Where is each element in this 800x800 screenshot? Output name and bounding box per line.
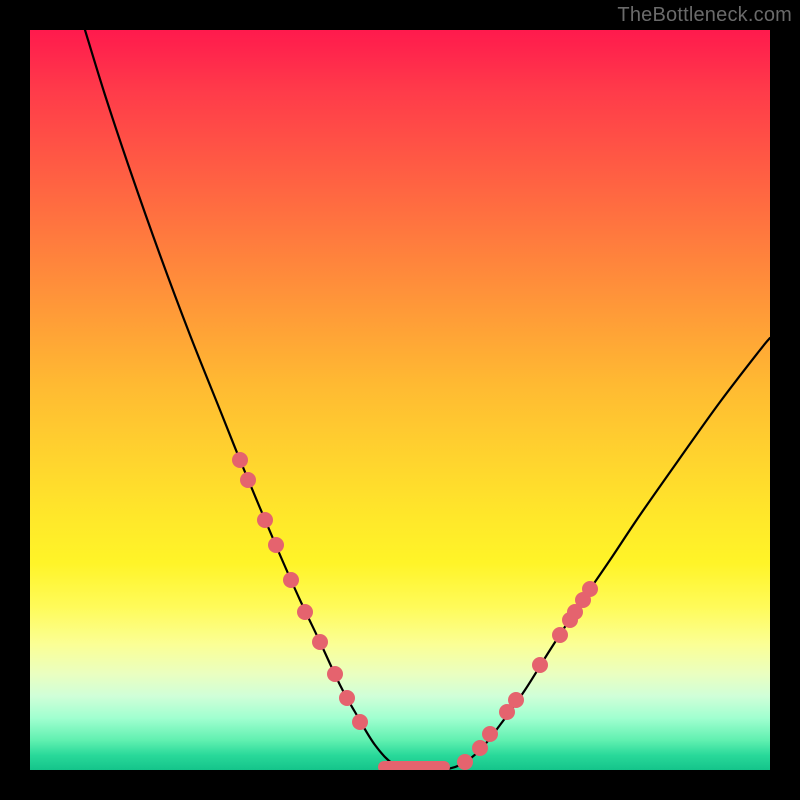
marker-dot	[312, 634, 328, 650]
marker-dot	[232, 452, 248, 468]
marker-dot	[532, 657, 548, 673]
marker-dot	[268, 537, 284, 553]
marker-dot	[482, 726, 498, 742]
marker-dot	[339, 690, 355, 706]
marker-dot	[472, 740, 488, 756]
markers-right	[457, 581, 598, 770]
marker-dot	[283, 572, 299, 588]
marker-dot	[552, 627, 568, 643]
chart-svg	[30, 30, 770, 770]
marker-dot	[240, 472, 256, 488]
marker-dot	[257, 512, 273, 528]
markers-left	[232, 452, 368, 730]
marker-dot	[327, 666, 343, 682]
marker-dot	[457, 754, 473, 770]
marker-dot	[582, 581, 598, 597]
flat-marker-segment	[378, 761, 450, 770]
watermark-text: TheBottleneck.com	[617, 4, 792, 27]
plot-area	[30, 30, 770, 770]
chart-frame: TheBottleneck.com	[0, 0, 800, 800]
bottleneck-curve	[85, 30, 770, 770]
marker-dot	[508, 692, 524, 708]
marker-dot	[352, 714, 368, 730]
marker-dot	[297, 604, 313, 620]
